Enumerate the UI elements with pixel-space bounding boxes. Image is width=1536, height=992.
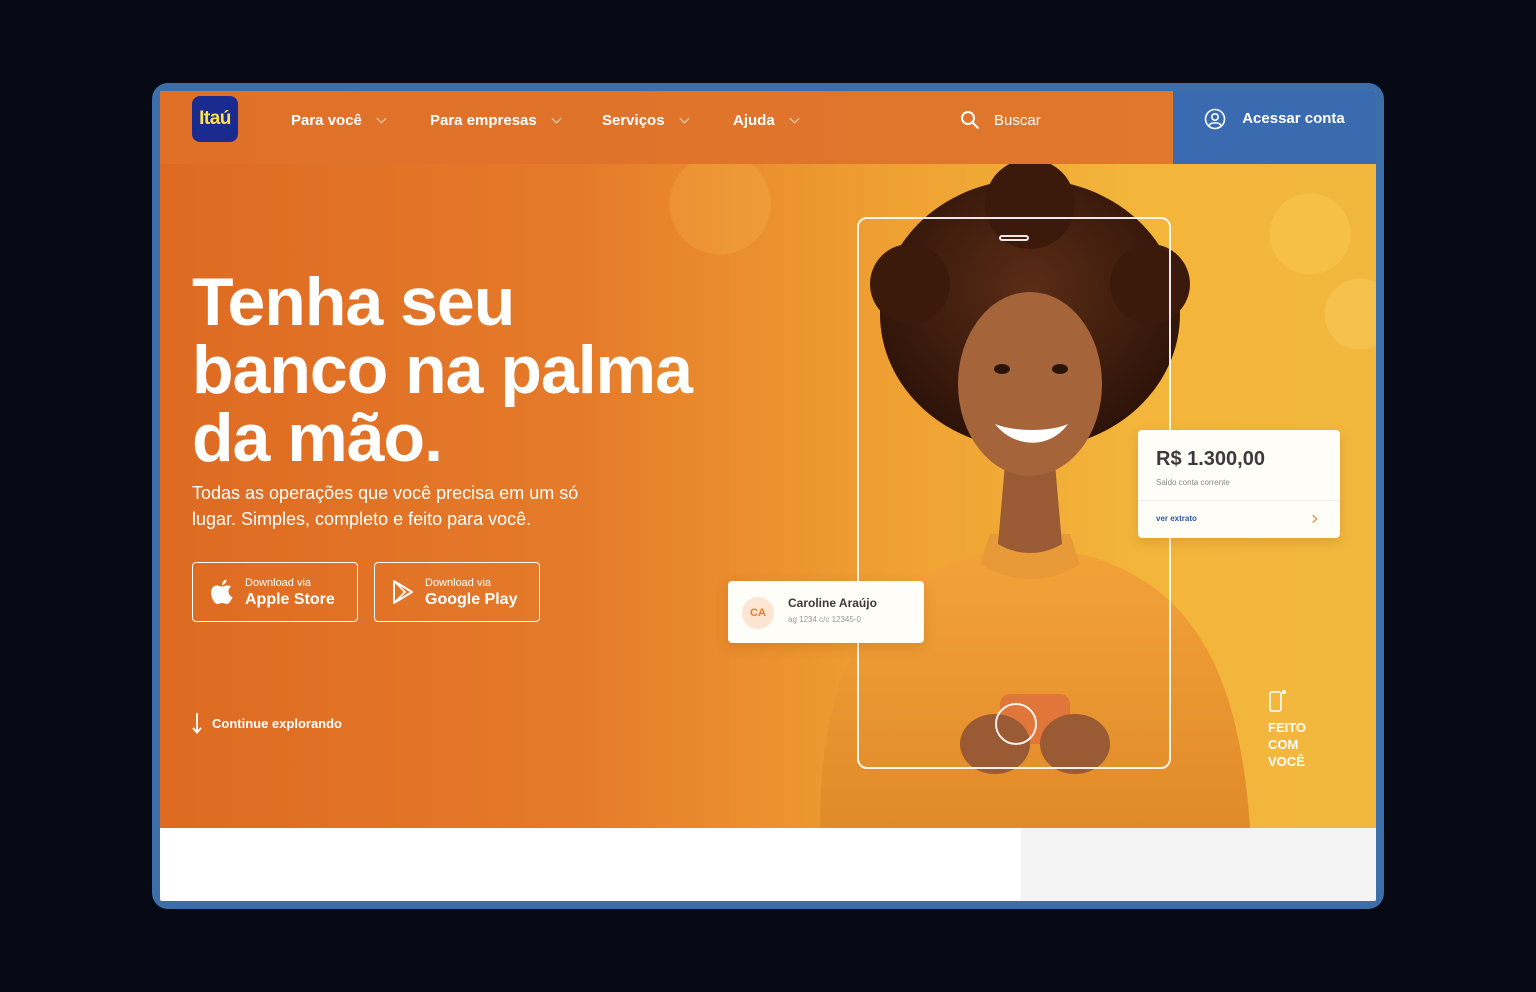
card-divider [1138,500,1340,501]
balance-amount: R$ 1.300,00 [1156,448,1265,470]
bottom-panel [1021,828,1376,901]
tagline-line: VOCÊ [1268,754,1305,769]
nav-item-para-voce[interactable]: Para você [291,109,387,131]
arrow-down-icon [192,713,202,734]
chevron-right-icon [1308,514,1318,524]
headline-line: da mão. [192,400,443,476]
nav-item-label: Serviços [602,111,665,129]
top-navigation: Itaú Para você Para empresas Serviços Aj… [160,91,1376,164]
tagline-line: FEITO [1268,720,1307,735]
store-text: Download via Google Play [425,576,517,609]
store-name: Google Play [425,590,518,608]
user-icon [1204,108,1226,129]
acessar-conta-button[interactable]: Acessar conta [1173,91,1376,164]
nav-item-label: Ajuda [733,111,775,129]
subtitle-line: Todas as operações que você precisa em u… [192,483,579,503]
subtitle-line: lugar. Simples, completo e feito para vo… [192,509,532,529]
store-small-label: Download via [245,576,312,589]
phone-home-ring [995,703,1037,745]
feito-com-voce-badge: FEITO COM VOCÊ [1268,689,1328,770]
user-card: CA Caroline Araújo ag 1234 c/c 12345-0 [728,581,924,643]
phone-icon [1269,690,1286,712]
nav-item-ajuda[interactable]: Ajuda [733,109,800,131]
browser-frame: Itaú Para você Para empresas Serviços Aj… [152,83,1384,909]
search-icon [961,111,979,129]
nav-item-label: Para você [291,111,362,129]
hero-subtitle: Todas as operações que você precisa em u… [192,480,612,532]
chevron-down-icon [376,113,387,123]
store-small-label: Download via [425,576,492,589]
apple-store-button[interactable]: Download via Apple Store [192,562,358,622]
chevron-down-icon [789,113,800,123]
hero-headline: Tenha seu banco na palma da mão. [192,268,712,472]
account-label: Acessar conta [1242,110,1345,127]
google-play-button[interactable]: Download via Google Play [374,562,540,622]
nav-item-para-empresas[interactable]: Para empresas [430,109,562,131]
search-label: Buscar [994,111,1041,129]
store-name: Apple Store [245,590,335,608]
avatar: CA [742,597,774,629]
headline-line: banco na palma [192,332,693,408]
user-account: ag 1234 c/c 12345-0 [788,615,861,624]
apple-icon [211,579,233,604]
google-play-icon [393,580,413,604]
balance-card: R$ 1.300,00 Saldo conta corrente ver ext… [1138,430,1340,538]
phone-notch [999,235,1029,241]
chevron-down-icon [551,113,562,123]
user-name: Caroline Araújo [788,596,877,610]
store-text: Download via Apple Store [245,576,335,609]
hero-section: Tenha seu banco na palma da mão. Todas a… [160,164,1376,828]
itau-logo[interactable]: Itaú [192,96,238,142]
explore-label: Continue explorando [212,715,342,731]
phone-outline [857,217,1171,769]
balance-label: Saldo conta corrente [1156,478,1230,487]
headline-line: Tenha seu [192,264,515,340]
ver-extrato-link[interactable]: ver extrato [1156,514,1197,523]
page-screen: Itaú Para você Para empresas Serviços Aj… [160,91,1376,901]
chevron-down-icon [679,113,689,123]
search-button[interactable]: Buscar [960,107,1041,133]
tagline-line: COM [1268,737,1299,752]
nav-item-servicos[interactable]: Serviços [602,109,689,131]
continue-explorando-link[interactable]: Continue explorando [192,712,342,734]
nav-item-label: Para empresas [430,111,537,129]
